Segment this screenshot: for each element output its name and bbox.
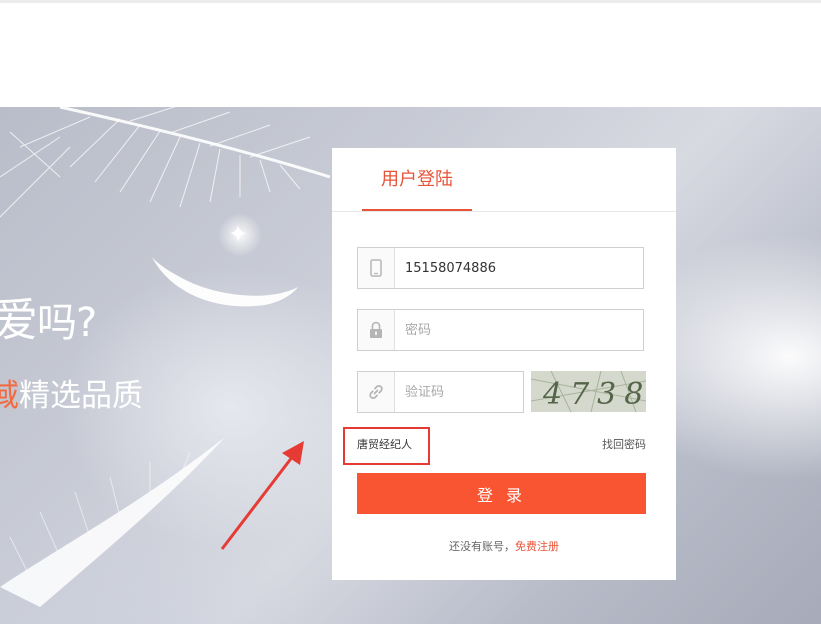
mobile-phone-icon	[358, 248, 395, 288]
password-input[interactable]	[405, 310, 630, 350]
hero-slogan-line2: 域精选品质	[0, 378, 143, 414]
captcha-image[interactable]: 4738	[530, 370, 647, 413]
forgot-password-link[interactable]: 找回密码	[602, 436, 646, 452]
register-line: 还没有账号，免费注册	[332, 538, 676, 554]
register-prompt: 还没有账号，	[449, 540, 515, 553]
password-field	[357, 309, 644, 351]
role-label[interactable]: 唐贸经纪人	[357, 436, 412, 452]
login-button[interactable]: 登 录	[357, 473, 646, 514]
captcha-field	[357, 371, 524, 413]
register-link[interactable]: 免费注册	[515, 540, 559, 553]
captcha-input[interactable]	[405, 372, 515, 412]
captcha-text: 4738	[542, 377, 646, 412]
phone-field	[357, 247, 644, 289]
tab-user-login[interactable]: 用户登陆	[362, 148, 472, 211]
sparkle-icon: ✦	[228, 220, 249, 248]
hero-slogan-line1: 爱吗?	[0, 293, 97, 347]
login-panel: 用户登陆 4738 唐贸经纪人 找回密码	[332, 148, 676, 580]
lock-icon	[358, 310, 395, 350]
phone-input[interactable]	[405, 248, 630, 288]
link-icon	[358, 372, 395, 412]
page-header	[0, 3, 821, 107]
login-tab-bar: 用户登陆	[332, 148, 676, 212]
